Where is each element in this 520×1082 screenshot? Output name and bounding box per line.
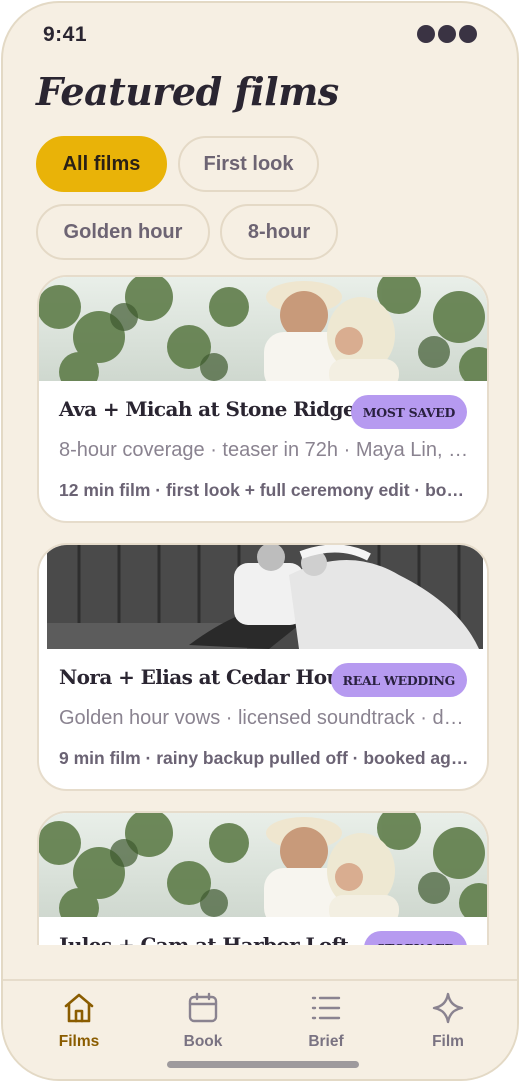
- status-bar: 9:41: [3, 3, 517, 63]
- status-badge: STORY-LED: [364, 931, 467, 945]
- couple-kiss-photo: [39, 813, 487, 917]
- tab-label: Films: [58, 1033, 100, 1050]
- filter-chip-8-hour[interactable]: 8-hour: [220, 204, 338, 260]
- filter-chip-all-films[interactable]: All films: [36, 136, 167, 192]
- tab-brief[interactable]: Brief: [281, 991, 371, 1061]
- tab-book[interactable]: Book: [158, 991, 248, 1061]
- tab-films[interactable]: Films: [34, 991, 124, 1061]
- film-card[interactable]: Ava + Micah at Stone Ridge MOST SAVED 8-…: [37, 275, 489, 523]
- tab-bar: Films Book Brief Film: [3, 979, 517, 1079]
- couple-bw-photo: [39, 545, 487, 649]
- status-dots-icon: [417, 25, 477, 43]
- status-badge: REAL WEDDING: [330, 663, 467, 697]
- film-title: Ava + Micah at Stone Ridge: [59, 397, 356, 421]
- sparkle-icon: [432, 992, 464, 1024]
- list-icon: [311, 996, 341, 1020]
- filter-chip-golden-hour[interactable]: Golden hour: [36, 204, 210, 260]
- home-icon: [64, 993, 94, 1023]
- couple-kiss-photo: [39, 277, 487, 381]
- film-meta: 8-hour coverage · teaser in 72h · Maya L…: [59, 439, 469, 461]
- filter-chip-first-look[interactable]: First look: [178, 136, 319, 192]
- film-meta: Golden hour vows · licensed soundtrack ·…: [59, 707, 469, 729]
- film-detail: 9 min film · rainy backup pulled off · b…: [59, 748, 469, 768]
- tab-film[interactable]: Film: [403, 991, 493, 1061]
- tab-label: Brief: [308, 1033, 344, 1050]
- phone-screen: 9:41 Featured films All films First look…: [1, 1, 519, 1081]
- status-time: 9:41: [43, 23, 88, 46]
- page-title: Featured films: [36, 69, 339, 114]
- home-indicator[interactable]: [167, 1061, 359, 1068]
- calendar-icon: [188, 992, 218, 1023]
- status-badge: MOST SAVED: [350, 395, 467, 429]
- films-feed[interactable]: Ava + Micah at Stone Ridge MOST SAVED 8-…: [3, 275, 517, 945]
- tab-label: Film: [432, 1033, 464, 1050]
- film-detail: 12 min film · first look + full ceremony…: [59, 480, 469, 500]
- film-title: Nora + Elias at Cedar House: [59, 665, 364, 689]
- tab-label: Book: [183, 1033, 223, 1050]
- film-card[interactable]: Jules + Cam at Harbor Loft STORY-LED: [37, 811, 489, 945]
- film-card[interactable]: Nora + Elias at Cedar House REAL WEDDING…: [37, 543, 489, 791]
- film-title: Jules + Cam at Harbor Loft: [59, 933, 349, 945]
